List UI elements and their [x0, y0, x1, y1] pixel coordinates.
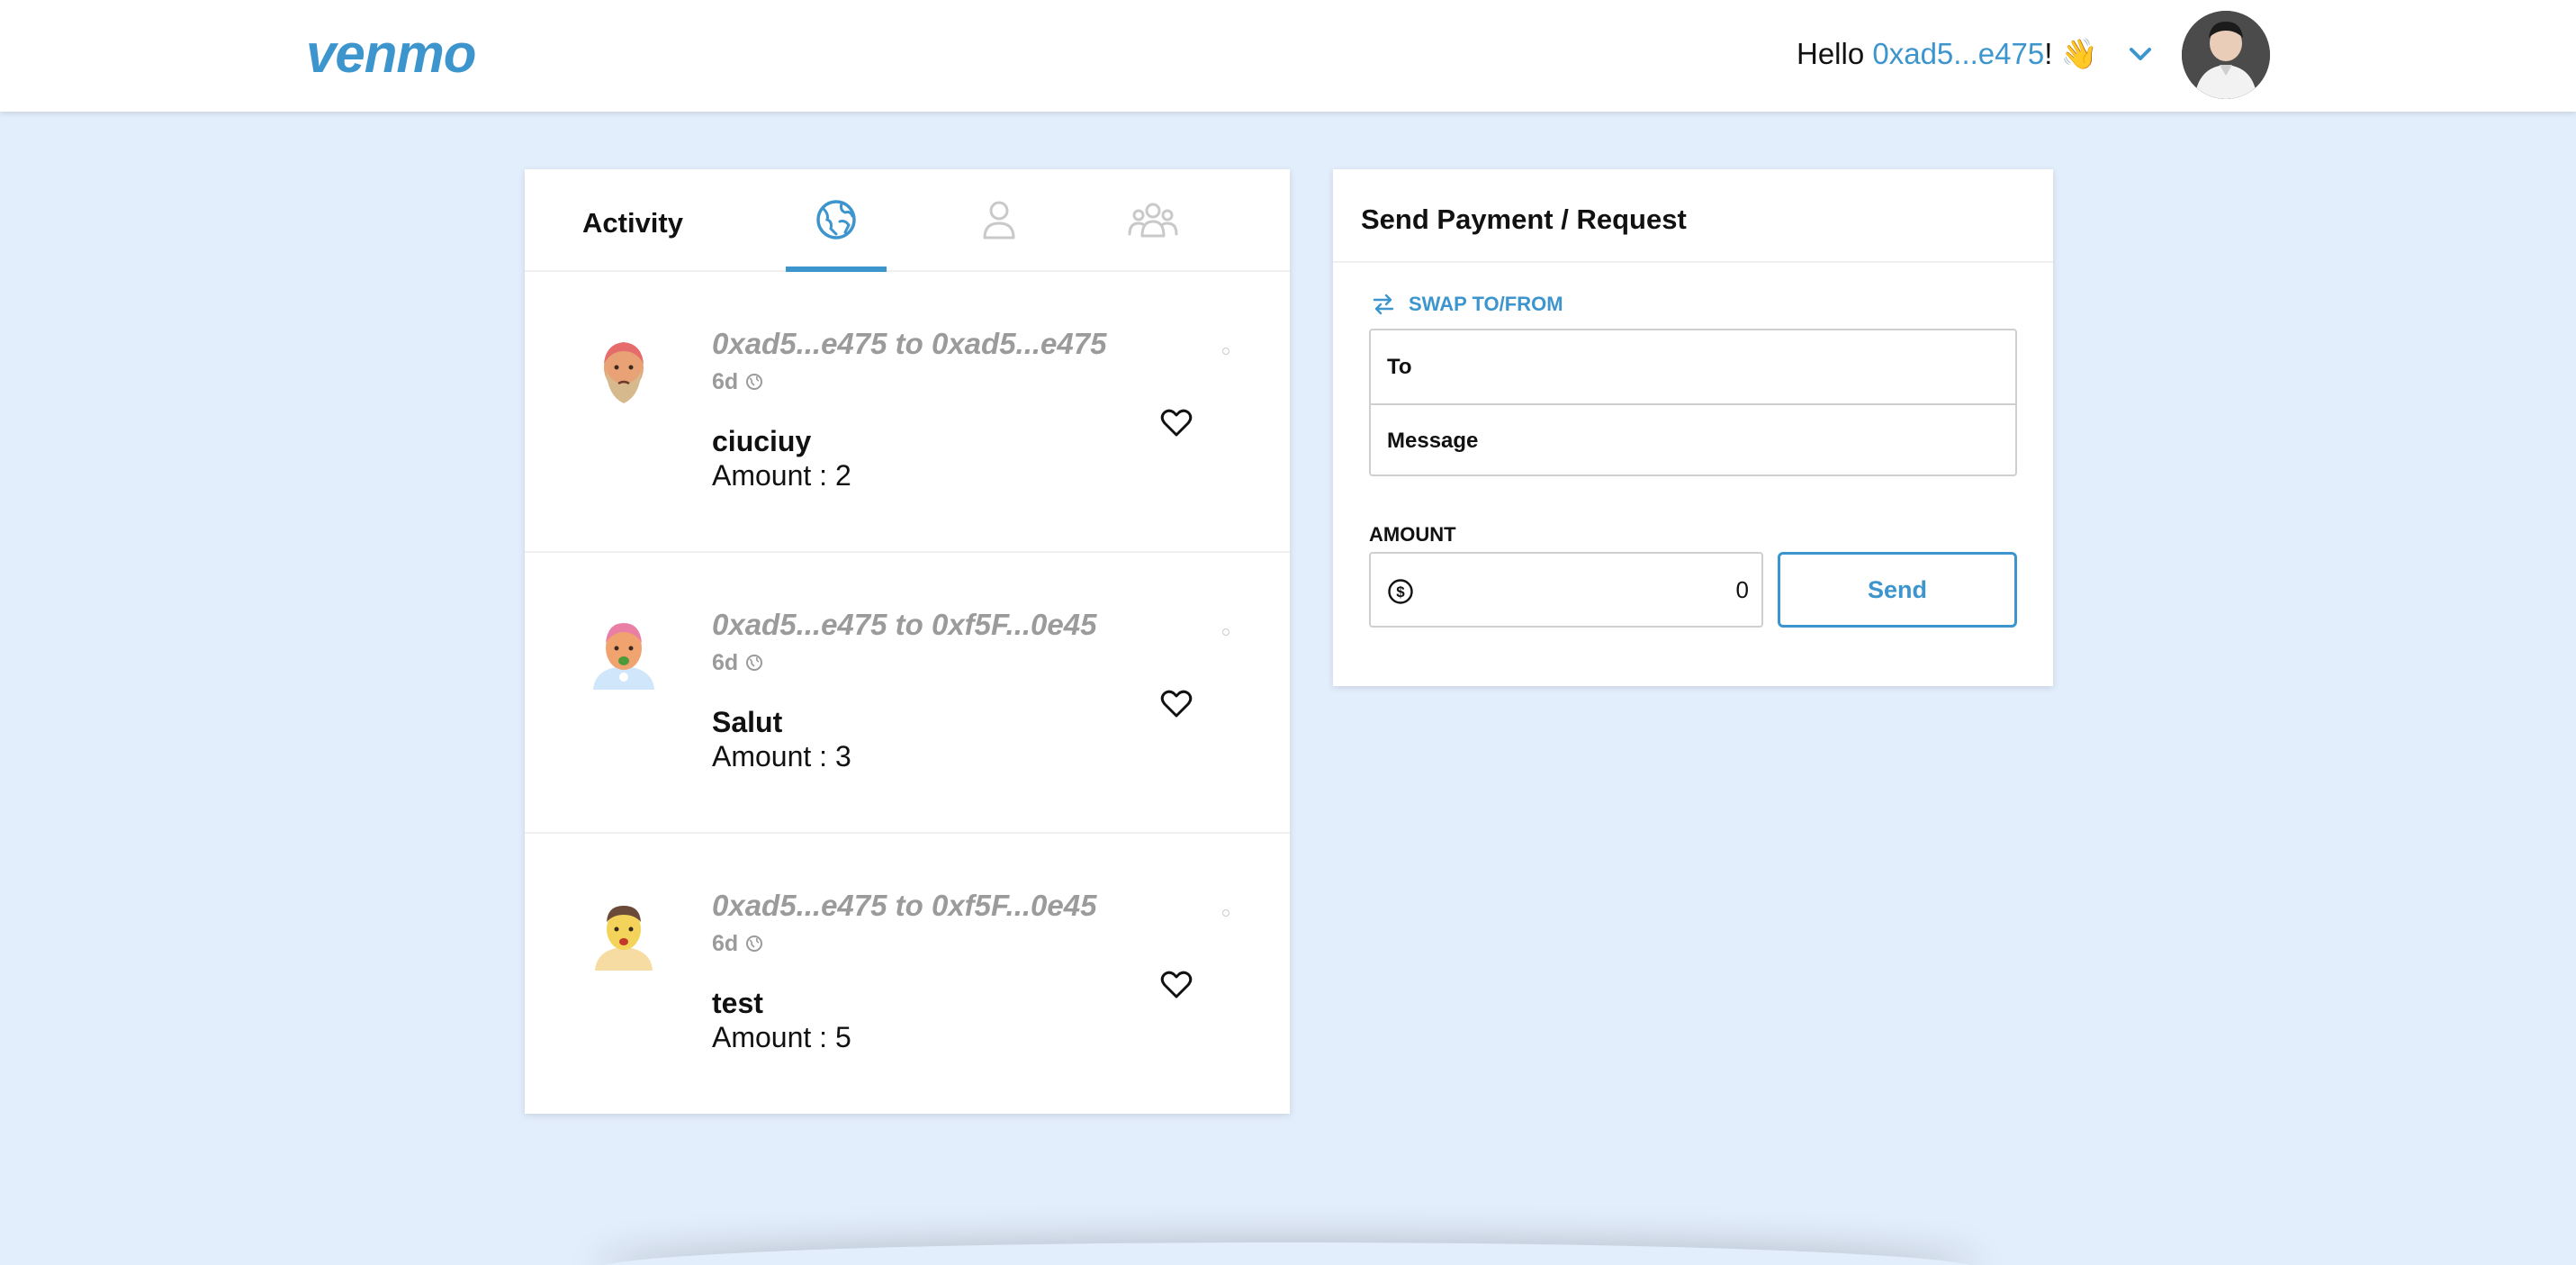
send-payment-title: Send Payment / Request	[1361, 203, 1687, 235]
amount-field: $	[1369, 552, 1763, 628]
user-avatar-icon	[593, 623, 654, 690]
feed-item[interactable]: 0xad5...e475 to 0xf5F...0e45 6d test Amo…	[525, 834, 1290, 1115]
heart-icon[interactable]	[1160, 690, 1193, 718]
user-avatar-icon	[595, 906, 653, 971]
activity-tabs: Activity	[525, 169, 1290, 272]
to-field-wrapper	[1371, 330, 2015, 403]
amount-input[interactable]	[1425, 554, 1749, 626]
globe-icon	[746, 374, 763, 390]
bottom-shadow	[594, 1242, 1980, 1265]
amount-label: AMOUNT	[1369, 523, 1456, 546]
person-icon[interactable]	[972, 194, 1026, 245]
feed-item[interactable]: 0xad5...e475 to 0xad5...e475 6d ciuciuy …	[525, 272, 1290, 553]
feed-time: 6d	[712, 648, 764, 677]
greeting-prefix: Hello	[1797, 37, 1873, 70]
feed-time: 6d	[712, 929, 764, 958]
activity-card: Activity 0xad5...e475 to 0xad5...e475 6d…	[525, 169, 1290, 1114]
feed-message: Salut	[712, 706, 783, 738]
feed-time-label: 6d	[712, 650, 739, 675]
globe-icon	[746, 935, 763, 952]
send-payment-header: Send Payment / Request	[1333, 169, 2053, 263]
greeting: Hello 0xad5...e475! 👋	[1797, 34, 2098, 74]
feed-time-label: 6d	[712, 369, 739, 394]
top-navbar: venmo Hello 0xad5...e475! 👋	[0, 0, 2576, 112]
feed-time-label: 6d	[712, 931, 739, 956]
svg-text:$: $	[1396, 583, 1405, 601]
venmo-logo[interactable]: venmo	[306, 22, 476, 86]
globe-icon	[746, 655, 763, 671]
heart-icon[interactable]	[1160, 409, 1193, 438]
status-dot	[1222, 628, 1229, 636]
recipient-fields	[1369, 329, 2017, 476]
message-input[interactable]	[1371, 405, 2015, 476]
feed-parties: 0xad5...e475 to 0xad5...e475	[712, 327, 1107, 360]
user-avatar[interactable]	[2182, 11, 2270, 99]
feed-message: test	[712, 987, 763, 1019]
send-button[interactable]: Send	[1778, 552, 2017, 628]
feed-item[interactable]: 0xad5...e475 to 0xf5F...0e45 6d Salut Am…	[525, 553, 1290, 834]
feed-parties: 0xad5...e475 to 0xf5F...0e45	[712, 889, 1097, 922]
feed-message: ciuciuy	[712, 425, 812, 457]
feed-parties: 0xad5...e475 to 0xf5F...0e45	[712, 608, 1097, 641]
heart-icon[interactable]	[1160, 971, 1193, 999]
greeting-suffix: ! 👋	[2044, 37, 2098, 70]
swap-to-from-button[interactable]: SWAP TO/FROM	[1371, 292, 1563, 317]
feed-amount: Amount : 5	[712, 1021, 851, 1053]
feed-amount: Amount : 2	[712, 459, 851, 492]
swap-label: SWAP TO/FROM	[1409, 293, 1563, 315]
dollar-icon: $	[1388, 579, 1413, 604]
user-avatar-icon	[604, 342, 644, 403]
send-payment-card: Send Payment / Request SWAP TO/FROM AMOU…	[1333, 169, 2053, 686]
status-dot	[1222, 909, 1229, 917]
feed-amount: Amount : 3	[712, 740, 851, 773]
activity-title: Activity	[582, 207, 683, 239]
globe-icon[interactable]	[809, 194, 863, 245]
message-field-wrapper	[1371, 403, 2015, 476]
feed-time: 6d	[712, 367, 764, 396]
status-dot	[1222, 348, 1229, 355]
chevron-down-icon[interactable]	[2126, 41, 2155, 67]
group-icon[interactable]	[1126, 194, 1180, 245]
to-input[interactable]	[1371, 330, 2015, 403]
user-address: 0xad5...e475	[1872, 37, 2045, 70]
swap-arrows-icon	[1373, 294, 1394, 315]
